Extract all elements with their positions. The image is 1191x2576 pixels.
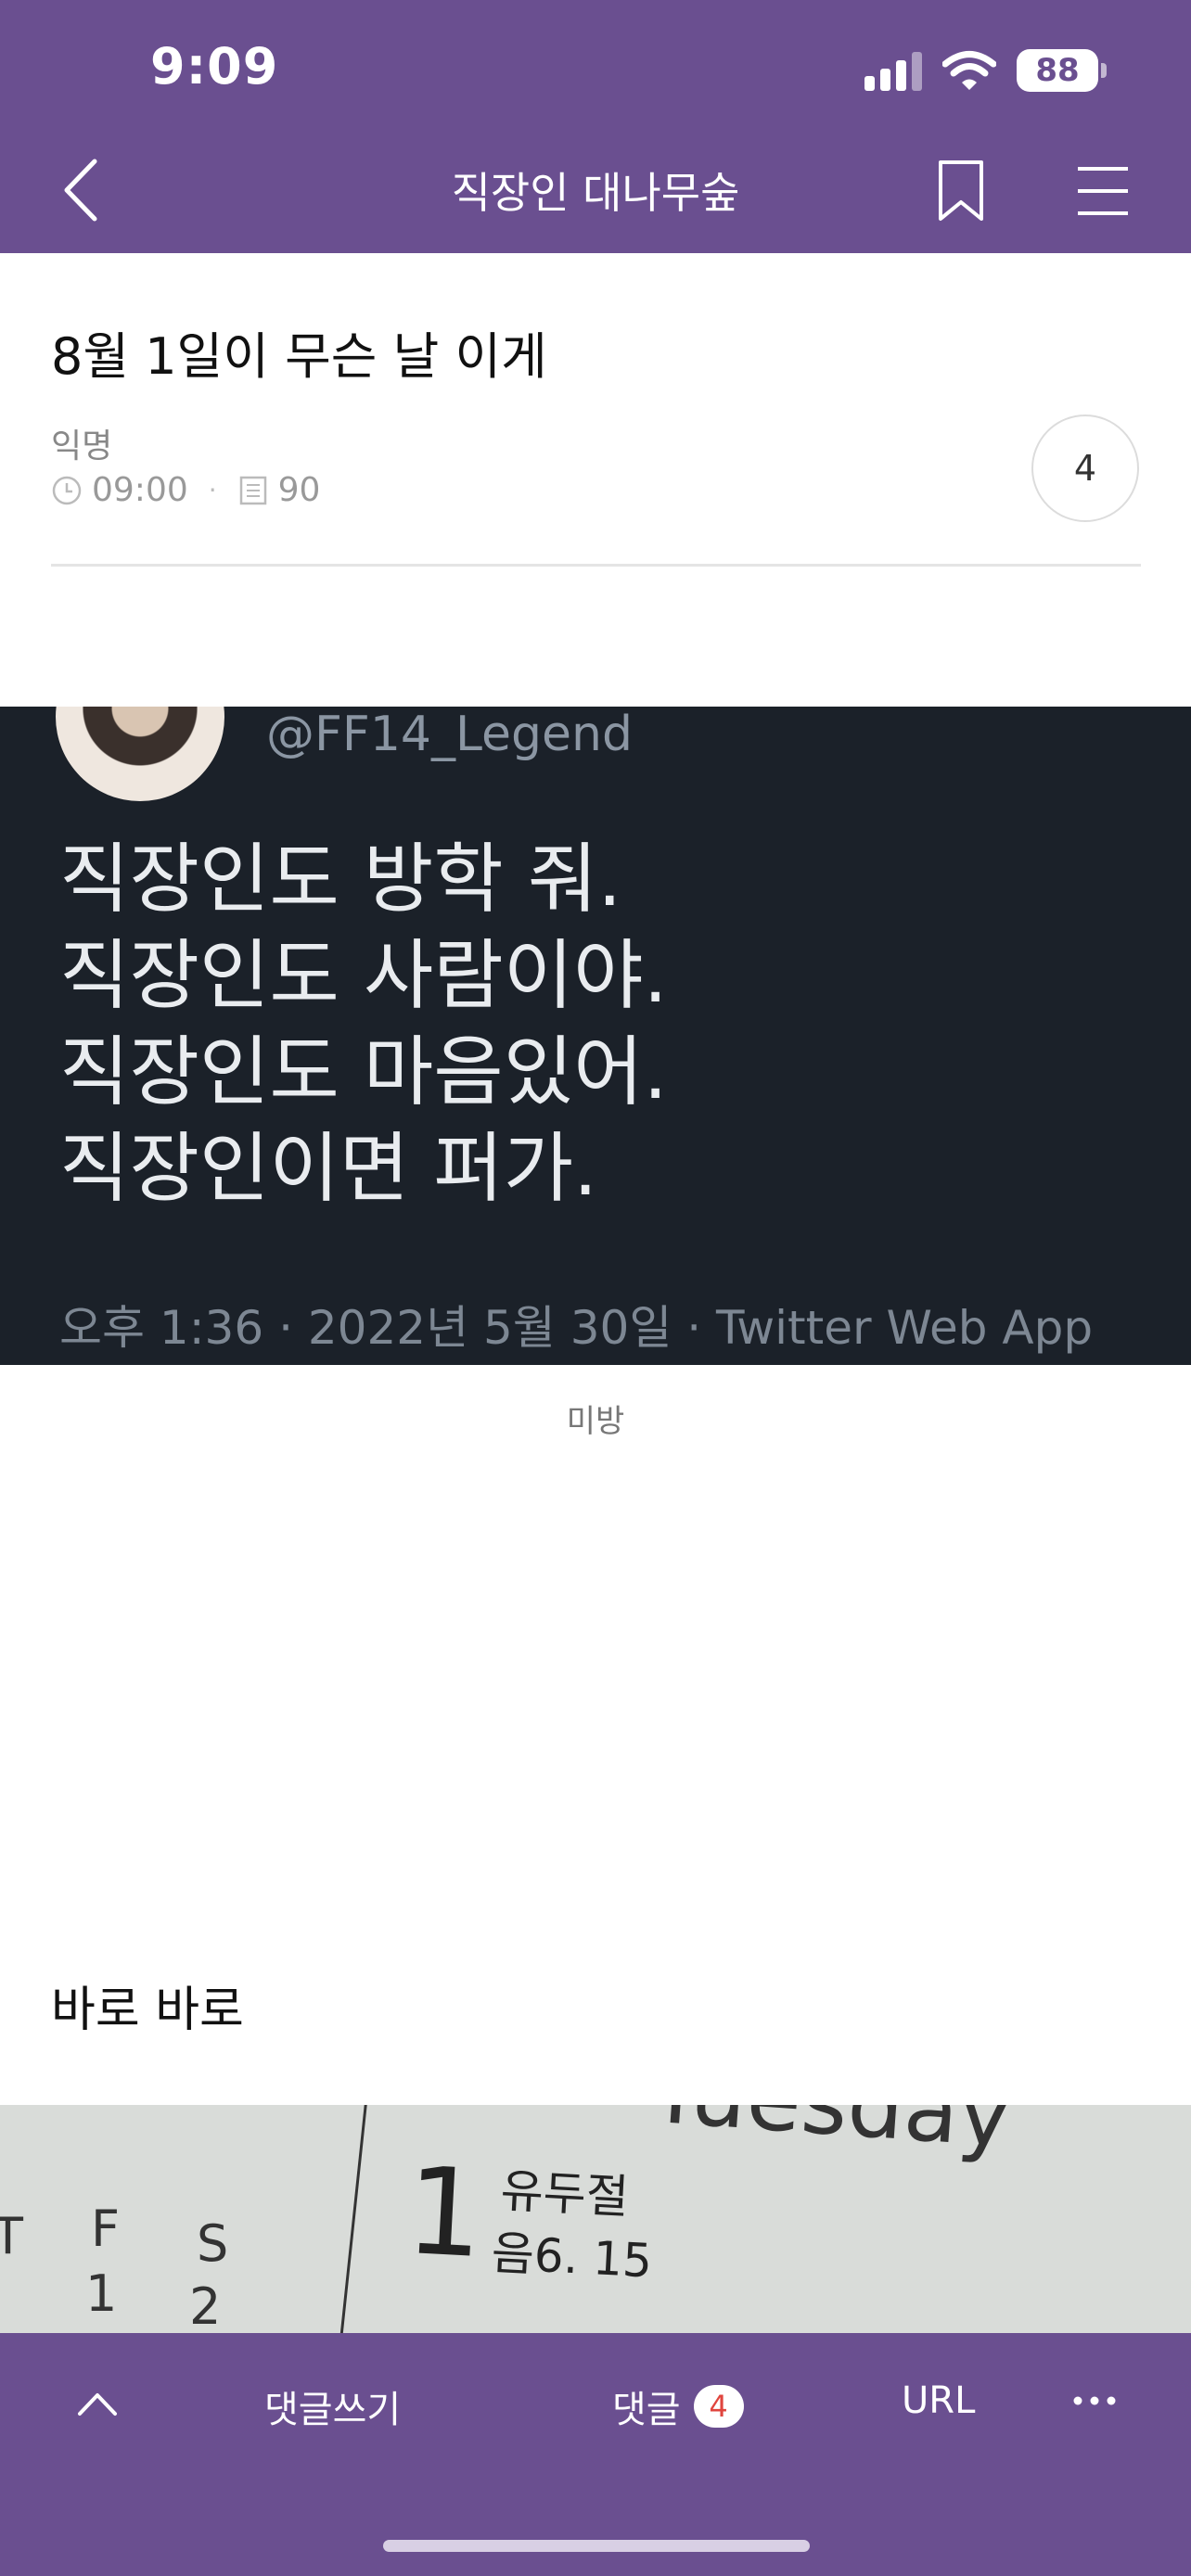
tweet-line: 직장인도 사람이야. bbox=[59, 932, 668, 1020]
image-caption: 미방 bbox=[566, 1403, 625, 1440]
calendar-date: 1 bbox=[403, 2139, 487, 2286]
status-icons: 88 bbox=[864, 46, 1107, 95]
status-time: 9:09 bbox=[150, 37, 279, 96]
post-meta: 09:00 · 90 bbox=[51, 471, 320, 509]
tweet-handle: @FF14_Legend bbox=[266, 707, 634, 762]
post-author: 익명 bbox=[51, 427, 113, 465]
calendar-weekday-letter: T bbox=[0, 2207, 23, 2265]
battery-indicator: 88 bbox=[1017, 49, 1107, 92]
calendar-lunar-date: 음6. 15 bbox=[490, 2225, 654, 2289]
comments-button[interactable]: 댓글 4 bbox=[612, 2379, 744, 2433]
bottom-toolbar: 댓글쓰기 댓글 4 URL bbox=[0, 2333, 1191, 2576]
header-divider bbox=[51, 564, 1141, 567]
clock-icon bbox=[52, 476, 82, 504]
comments-label: 댓글 bbox=[612, 2389, 681, 2431]
comment-count-button[interactable]: 4 bbox=[1031, 414, 1139, 522]
post-time: 09:00 bbox=[92, 471, 188, 509]
board-title: 직장인 대나무숲 bbox=[451, 168, 740, 218]
cellular-signal-icon bbox=[864, 50, 922, 91]
write-comment-button[interactable]: 댓글쓰기 bbox=[264, 2379, 401, 2433]
meta-separator: · bbox=[208, 475, 217, 505]
post-body-text: 바로 바로 bbox=[51, 1983, 244, 2038]
tweet-screenshot-image[interactable]: @FF14_Legend 직장인도 방학 줘. 직장인도 사람이야. 직장인도 … bbox=[0, 707, 1191, 1365]
post-views: 90 bbox=[277, 471, 321, 509]
tweet-avatar bbox=[56, 707, 224, 801]
more-icon[interactable] bbox=[1067, 2387, 1122, 2415]
calendar-week-number: 2 bbox=[189, 2277, 222, 2336]
tweet-footer: 오후 1:36 · 2022년 5월 30일 · Twitter Web App bbox=[59, 1301, 1094, 1355]
url-button[interactable]: URL bbox=[902, 2379, 975, 2422]
calendar-photo-image[interactable]: Tuesday 1 유두절 음6. 15 T F S 1 2 bbox=[0, 2105, 1191, 2337]
menu-icon[interactable] bbox=[1076, 165, 1130, 217]
comments-count-badge: 4 bbox=[693, 2385, 744, 2428]
tweet-text: 직장인도 방학 줘. 직장인도 사람이야. 직장인도 마음있어. 직장인이면 퍼… bbox=[59, 832, 668, 1218]
calendar-weekday-letter: S bbox=[197, 2214, 229, 2273]
wifi-icon bbox=[942, 51, 996, 90]
tweet-line: 직장인이면 퍼가. bbox=[59, 1125, 598, 1213]
post-title: 8월 1일이 무슨 날 이게 bbox=[51, 327, 547, 386]
app-header: 9:09 88 직장인 대나무숲 bbox=[0, 0, 1191, 253]
chevron-up-icon[interactable] bbox=[74, 2384, 121, 2421]
calendar-weekday-letter: F bbox=[91, 2200, 121, 2258]
home-indicator bbox=[383, 2540, 810, 2552]
document-icon bbox=[239, 476, 266, 504]
calendar-week-number: 1 bbox=[85, 2264, 118, 2323]
bookmark-icon[interactable] bbox=[937, 159, 985, 223]
tweet-line: 직장인도 방학 줘. bbox=[59, 835, 622, 924]
tweet-line: 직장인도 마음있어. bbox=[59, 1028, 668, 1116]
calendar-holiday: 유두절 bbox=[499, 2163, 631, 2225]
